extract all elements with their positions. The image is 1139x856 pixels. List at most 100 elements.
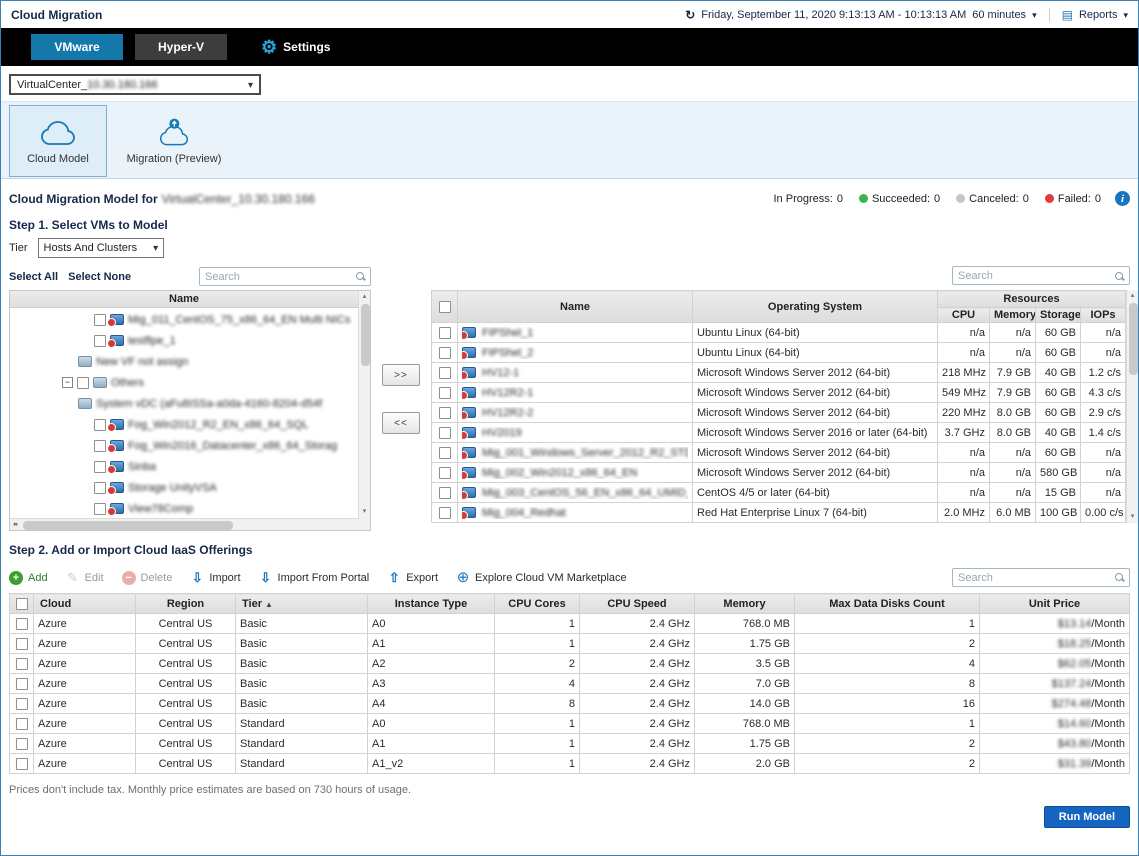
offering-checkbox[interactable] xyxy=(16,658,28,670)
column-header-tier[interactable]: Tier ▲ xyxy=(236,594,368,614)
tree-item-checkbox[interactable] xyxy=(77,377,89,389)
offering-checkbox[interactable] xyxy=(16,738,28,750)
vm-table-scrollbar[interactable] xyxy=(1126,290,1138,523)
reports-menu[interactable]: Reports xyxy=(1079,9,1118,21)
run-model-button[interactable]: Run Model xyxy=(1044,806,1130,828)
tab-hyperv[interactable]: Hyper-V xyxy=(135,34,227,60)
tree-item[interactable]: Others xyxy=(10,372,358,393)
vm-row[interactable]: Mig_001_Windows_Server_2012_R2_STD_E... … xyxy=(432,443,1126,463)
offerings-search-input[interactable] xyxy=(952,568,1130,587)
toolbar-button[interactable]: ⇧ Export xyxy=(387,571,438,585)
column-header-cpu-cores[interactable]: CPU Cores xyxy=(495,594,580,614)
tier-select[interactable]: Hosts And Clusters xyxy=(38,238,165,258)
toolbar-button[interactable]: ⇩ Import xyxy=(190,571,240,585)
time-duration-label[interactable]: 60 minutes xyxy=(972,9,1026,21)
tree-item[interactable]: Fog_Win2012_R2_EN_x86_64_SQL xyxy=(10,414,358,435)
offering-row[interactable]: Azure Central US Basic A0 1 2.4 GHz 768.… xyxy=(10,614,1130,634)
tree-item[interactable]: Fog_Win2016_Datacenter_x86_64_Storag xyxy=(10,435,358,456)
reports-caret-icon[interactable] xyxy=(1123,9,1128,21)
vm-row[interactable]: Mig_004_Redhat Red Hat Enterprise Linux … xyxy=(432,503,1126,523)
tree-item[interactable]: View78Comp xyxy=(10,498,358,518)
time-range-label[interactable]: Friday, September 11, 2020 9:13:13 AM - … xyxy=(701,9,966,21)
vm-search-input[interactable] xyxy=(952,266,1130,285)
move-left-button[interactable]: << xyxy=(382,412,420,434)
tree-item[interactable]: testflpe_1 xyxy=(10,330,358,351)
column-header-cpu-speed[interactable]: CPU Speed xyxy=(580,594,695,614)
scroll-down-icon[interactable] xyxy=(1127,511,1138,523)
scrollbar-thumb[interactable] xyxy=(23,521,233,530)
vm-row[interactable]: HV12R2-1 Microsoft Windows Server 2012 (… xyxy=(432,383,1126,403)
offering-row[interactable]: Azure Central US Standard A1 1 2.4 GHz 1… xyxy=(10,734,1130,754)
offering-row[interactable]: Azure Central US Basic A3 4 2.4 GHz 7.0 … xyxy=(10,674,1130,694)
offering-checkbox[interactable] xyxy=(16,718,28,730)
select-all-vms-checkbox[interactable] xyxy=(439,301,451,313)
column-header-cloud[interactable]: Cloud xyxy=(34,594,136,614)
offering-row[interactable]: Azure Central US Standard A0 1 2.4 GHz 7… xyxy=(10,714,1130,734)
tree-horizontal-scrollbar[interactable] xyxy=(10,518,358,530)
toolbar-button[interactable]: ⇩ Import From Portal xyxy=(259,571,370,585)
vm-checkbox[interactable] xyxy=(439,387,451,399)
scrollbar-thumb[interactable] xyxy=(361,304,370,366)
offering-row[interactable]: Azure Central US Basic A4 8 2.4 GHz 14.0… xyxy=(10,694,1130,714)
scroll-up-icon[interactable] xyxy=(359,291,370,303)
vm-checkbox[interactable] xyxy=(439,507,451,519)
scroll-right-icon[interactable] xyxy=(10,519,21,531)
tree-item-checkbox[interactable] xyxy=(94,482,106,494)
column-header-instance-type[interactable]: Instance Type xyxy=(368,594,495,614)
tree-item[interactable]: New VF not assign xyxy=(10,351,358,372)
offering-row[interactable]: Azure Central US Standard A1_v2 1 2.4 GH… xyxy=(10,754,1130,774)
time-range-caret-icon[interactable] xyxy=(1032,9,1037,21)
vm-checkbox[interactable] xyxy=(439,427,451,439)
scrollbar-thumb[interactable] xyxy=(1129,303,1138,375)
tree-item-checkbox[interactable] xyxy=(94,461,106,473)
offering-checkbox[interactable] xyxy=(16,638,28,650)
tree-item[interactable]: Mig_011_CentOS_75_x86_64_EN Multi NICs xyxy=(10,309,358,330)
select-all-link[interactable]: Select All xyxy=(9,271,58,283)
select-none-link[interactable]: Select None xyxy=(68,271,131,283)
vm-row[interactable]: HV2019 Microsoft Windows Server 2016 or … xyxy=(432,423,1126,443)
migration-preview-tab[interactable]: Migration (Preview) xyxy=(125,105,223,177)
offering-checkbox[interactable] xyxy=(16,678,28,690)
toolbar-button[interactable]: + Add xyxy=(9,571,48,585)
tree-item-checkbox[interactable] xyxy=(94,503,106,515)
tree-vertical-scrollbar[interactable] xyxy=(358,291,370,518)
vm-checkbox[interactable] xyxy=(439,407,451,419)
vm-checkbox[interactable] xyxy=(439,327,451,339)
info-icon[interactable] xyxy=(1115,191,1130,206)
toolbar-button[interactable]: − Delete xyxy=(122,571,173,585)
toolbar-button[interactable]: ✎ Edit xyxy=(66,571,104,585)
tree-item-checkbox[interactable] xyxy=(94,419,106,431)
column-header-max-disks[interactable]: Max Data Disks Count xyxy=(795,594,980,614)
offering-row[interactable]: Azure Central US Basic A2 2 2.4 GHz 3.5 … xyxy=(10,654,1130,674)
offering-checkbox[interactable] xyxy=(16,618,28,630)
column-header-unit-price[interactable]: Unit Price xyxy=(980,594,1130,614)
tree-item-checkbox[interactable] xyxy=(94,314,106,326)
vm-row[interactable]: HV12-1 Microsoft Windows Server 2012 (64… xyxy=(432,363,1126,383)
tree-item[interactable]: Sinba xyxy=(10,456,358,477)
scroll-down-icon[interactable] xyxy=(359,506,370,518)
tree-item-checkbox[interactable] xyxy=(94,440,106,452)
vm-checkbox[interactable] xyxy=(439,447,451,459)
vm-row[interactable]: HV12R2-2 Microsoft Windows Server 2012 (… xyxy=(432,403,1126,423)
vm-row[interactable]: FIPShel_1 Ubuntu Linux (64-bit) n/a n/a … xyxy=(432,323,1126,343)
tree-item[interactable]: System vDC (aFu8ISSa-a0da-4160-8204-d54f xyxy=(10,393,358,414)
vm-row[interactable]: FIPShel_2 Ubuntu Linux (64-bit) n/a n/a … xyxy=(432,343,1126,363)
vm-row[interactable]: Mig_002_Win2012_x86_64_EN Microsoft Wind… xyxy=(432,463,1126,483)
tree-item-checkbox[interactable] xyxy=(94,335,106,347)
offering-row[interactable]: Azure Central US Basic A1 1 2.4 GHz 1.75… xyxy=(10,634,1130,654)
column-header-region[interactable]: Region xyxy=(136,594,236,614)
vm-checkbox[interactable] xyxy=(439,347,451,359)
tab-vmware[interactable]: VMware xyxy=(31,34,123,60)
vm-checkbox[interactable] xyxy=(439,367,451,379)
settings-button[interactable]: Settings xyxy=(261,38,330,56)
virtualcenter-select[interactable]: VirtualCenter_10.30.180.166 xyxy=(9,74,261,95)
tree-item[interactable]: Storage UnityVSA xyxy=(10,477,358,498)
select-all-offerings-checkbox[interactable] xyxy=(16,598,28,610)
offering-checkbox[interactable] xyxy=(16,758,28,770)
move-right-button[interactable]: >> xyxy=(382,364,420,386)
vm-checkbox[interactable] xyxy=(439,487,451,499)
vm-checkbox[interactable] xyxy=(439,467,451,479)
toolbar-button[interactable]: ⊕ Explore Cloud VM Marketplace xyxy=(456,571,627,585)
collapse-icon[interactable] xyxy=(62,377,73,388)
column-header-memory[interactable]: Memory xyxy=(695,594,795,614)
